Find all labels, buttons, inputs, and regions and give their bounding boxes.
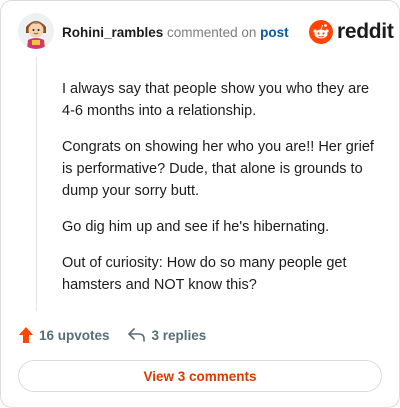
upvote-arrow-icon [19,327,33,343]
comment-paragraph: Out of curiosity: How do so many people … [62,255,347,293]
reddit-wordmark: reddit [337,20,394,43]
comment-paragraph: Congrats on showing her who you are!! He… [62,139,374,199]
comment-body: I always say that people show you who th… [62,78,374,310]
comment-paragraph: I always say that people show you who th… [62,81,370,119]
commented-on-label: commented on [167,25,257,40]
reddit-logo-icon [309,20,333,44]
username-link[interactable]: Rohini_rambles [62,25,163,40]
view-comments-button[interactable]: View 3 comments [18,360,382,392]
post-link[interactable]: post [260,25,289,40]
reply-count: 3 replies [151,327,207,343]
comment-header: Rohini_rambles commented on post [62,25,289,41]
upvote-count: 16 upvotes [39,327,110,343]
reddit-brand[interactable]: reddit [309,20,394,44]
upvote-button[interactable]: 16 upvotes [19,327,110,343]
thread-line[interactable] [36,57,37,311]
comment-actions: 16 upvotes 3 replies [19,327,206,343]
comment-paragraph: Go dig him up and see if he's hibernatin… [62,219,330,235]
avatar-cartoon-icon [18,13,54,49]
comment-card: Rohini_rambles commented on post reddit … [0,0,400,408]
user-avatar[interactable] [18,13,54,49]
reply-arrow-icon [127,328,145,342]
replies-button[interactable]: 3 replies [127,327,207,343]
